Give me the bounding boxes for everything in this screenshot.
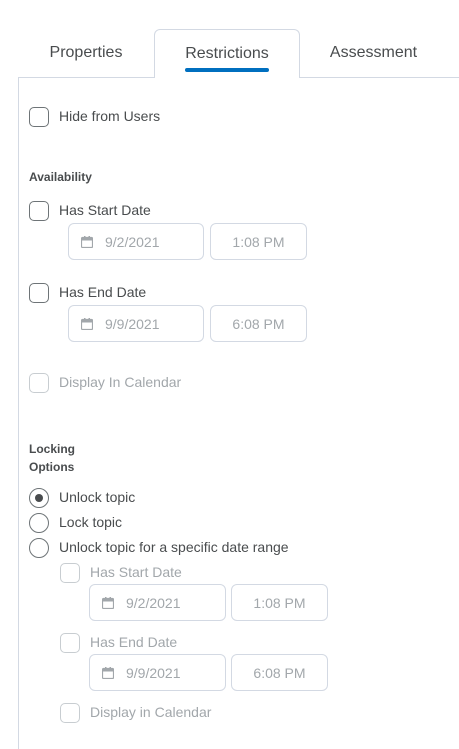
- range-display-in-calendar-label: Display in Calendar: [90, 704, 212, 720]
- display-in-calendar-checkbox[interactable]: [29, 373, 49, 393]
- range-end-date-input[interactable]: 9/9/2021: [89, 654, 226, 691]
- display-in-calendar-label: Display In Calendar: [59, 374, 182, 390]
- range-display-in-calendar-checkbox[interactable]: [60, 703, 80, 723]
- tab-restrictions[interactable]: Restrictions: [154, 29, 300, 78]
- has-end-date-label: Has End Date: [59, 284, 147, 300]
- active-tab-indicator: [185, 68, 269, 72]
- range-has-start-date-checkbox[interactable]: [60, 563, 80, 583]
- start-date-input[interactable]: 9/2/2021: [68, 223, 204, 260]
- range-has-end-date-label: Has End Date: [90, 634, 178, 650]
- end-time-input[interactable]: 6:08 PM: [210, 305, 307, 342]
- end-date-input[interactable]: 9/9/2021: [68, 305, 204, 342]
- unlock-topic-radio[interactable]: [29, 488, 49, 508]
- tab-properties-label: Properties: [49, 44, 123, 61]
- range-start-time-value: 1:08 PM: [253, 594, 306, 611]
- lock-topic-radio[interactable]: [29, 513, 49, 533]
- unlock-date-range-label: Unlock topic for a specific date range: [59, 539, 289, 555]
- range-end-time-value: 6:08 PM: [253, 664, 306, 681]
- calendar-icon: [102, 596, 114, 609]
- tab-assessment-label: Assessment: [329, 44, 418, 61]
- hide-from-users-label: Hide from Users: [59, 108, 161, 124]
- unlock-date-range-radio[interactable]: [29, 538, 49, 558]
- unlock-topic-label: Unlock topic: [59, 489, 136, 505]
- tab-assessment[interactable]: Assessment: [300, 29, 447, 77]
- start-time-input[interactable]: 1:08 PM: [210, 223, 307, 260]
- calendar-icon: [81, 235, 93, 248]
- lock-topic-label: Lock topic: [59, 514, 123, 530]
- panel-border: [18, 77, 19, 749]
- hide-from-users-checkbox[interactable]: [29, 107, 49, 127]
- has-start-date-checkbox[interactable]: [29, 201, 49, 221]
- has-end-date-checkbox[interactable]: [29, 283, 49, 303]
- radio-selected-dot: [35, 494, 43, 502]
- start-time-value: 1:08 PM: [232, 233, 285, 250]
- availability-heading: Availability: [29, 170, 92, 184]
- end-date-value: 9/9/2021: [105, 315, 160, 332]
- start-date-value: 9/2/2021: [105, 233, 160, 250]
- range-start-date-input[interactable]: 9/2/2021: [89, 584, 226, 621]
- range-has-start-date-label: Has Start Date: [90, 564, 182, 580]
- calendar-icon: [81, 317, 93, 330]
- locking-heading-line1: Locking: [29, 442, 76, 456]
- range-start-date-value: 9/2/2021: [126, 594, 181, 611]
- end-time-value: 6:08 PM: [232, 315, 285, 332]
- tab-restrictions-label: Restrictions: [185, 45, 269, 62]
- tab-properties[interactable]: Properties: [18, 29, 154, 77]
- calendar-icon: [102, 666, 114, 679]
- locking-heading-line2: Options: [29, 460, 75, 474]
- range-end-date-value: 9/9/2021: [126, 664, 181, 681]
- locking-options-heading: Locking Options: [29, 440, 75, 476]
- has-start-date-label: Has Start Date: [59, 202, 151, 218]
- range-end-time-input[interactable]: 6:08 PM: [231, 654, 328, 691]
- range-has-end-date-checkbox[interactable]: [60, 633, 80, 653]
- range-start-time-input[interactable]: 1:08 PM: [231, 584, 328, 621]
